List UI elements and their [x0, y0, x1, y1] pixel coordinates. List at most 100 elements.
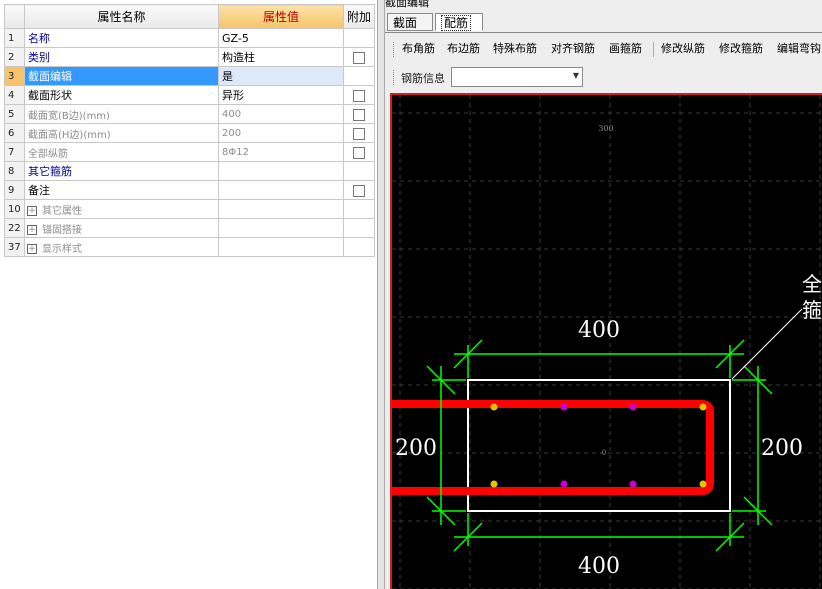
edge-rebar[interactable]	[560, 480, 568, 488]
property-name-cell[interactable]: 全部纵筋	[24, 142, 219, 162]
corner-rebar[interactable]	[490, 403, 498, 411]
property-row[interactable]: 8 其它箍筋	[4, 161, 376, 181]
property-row[interactable]: 6 截面高(H边)(mm) 200	[4, 123, 376, 143]
property-name-cell[interactable]: + 显示样式	[24, 237, 219, 257]
property-row[interactable]: 9 备注	[4, 180, 376, 200]
property-value-cell[interactable]: 200	[218, 123, 344, 143]
rebar-info-label: 钢筋信息	[401, 72, 445, 85]
corner-rebar[interactable]	[699, 403, 707, 411]
tab-strip-border	[385, 32, 822, 33]
property-name-cell[interactable]: 其它箍筋	[24, 161, 219, 181]
property-extra-header[interactable]: 附加	[342, 4, 376, 29]
edge-rebar[interactable]	[629, 480, 637, 488]
extra-checkbox[interactable]	[353, 184, 365, 197]
toolbar-grip[interactable]	[393, 42, 396, 57]
rebar-info-combo[interactable]: ▼	[451, 67, 583, 87]
edge-rebar[interactable]	[560, 403, 568, 411]
property-value-cell[interactable]: GZ-5	[218, 28, 344, 48]
property-name-label: 其它箍筋	[28, 165, 72, 178]
property-value-cell[interactable]: 异形	[218, 85, 344, 105]
dimension-left-label: 200	[395, 436, 437, 461]
row-number: 1	[4, 28, 25, 48]
edit-hook-button[interactable]: 编辑弯钩	[775, 36, 822, 62]
property-value-cell[interactable]: 构造柱	[218, 47, 344, 67]
tab-rebar[interactable]: 配筋	[435, 13, 483, 31]
extra-cell	[342, 237, 376, 257]
special-rebar-button[interactable]: 特殊布筋	[491, 36, 539, 62]
property-row[interactable]: 7 全部纵筋 8Φ12	[4, 142, 376, 162]
property-name-cell[interactable]: 截面形状	[24, 85, 219, 105]
extra-checkbox[interactable]	[353, 146, 365, 159]
property-row[interactable]: 10 + 其它属性	[4, 199, 376, 219]
property-row[interactable]: 3 截面编辑 是	[4, 66, 376, 86]
tab-section-label: 截面	[393, 16, 418, 30]
draw-stirrup-button[interactable]: 画箍筋	[607, 36, 644, 62]
extra-cell	[342, 123, 376, 143]
extra-cell	[342, 85, 376, 105]
tab-section[interactable]: 截面	[387, 13, 433, 31]
stirrup-line[interactable]	[392, 400, 714, 495]
extra-cell	[342, 28, 376, 48]
extra-cell	[342, 218, 376, 238]
property-name-cell[interactable]: 截面高(H边)(mm)	[24, 123, 219, 143]
drawing-canvas[interactable]: 300 0 400 400 200 200 全 箍	[390, 93, 822, 589]
expand-icon[interactable]: +	[27, 243, 37, 254]
property-value-cell[interactable]: 是	[218, 66, 344, 86]
property-row[interactable]: 4 截面形状 异形	[4, 85, 376, 105]
dimension-right-label: 200	[761, 436, 803, 461]
property-value-cell[interactable]	[218, 161, 344, 181]
property-name-cell[interactable]: 截面编辑	[24, 66, 219, 86]
dimension-lines	[426, 339, 773, 552]
property-value-header[interactable]: 属性值	[218, 4, 344, 29]
grid-label-top: 300	[598, 124, 613, 133]
property-name-cell[interactable]: 类别	[24, 47, 219, 67]
property-row[interactable]: 37 + 显示样式	[4, 237, 376, 257]
property-row[interactable]: 1 名称 GZ-5	[4, 28, 376, 48]
extra-checkbox[interactable]	[353, 89, 365, 102]
tab-rebar-label: 配筋	[441, 15, 472, 31]
property-name-cell[interactable]: 备注	[24, 180, 219, 200]
property-name-label: 截面高(H边)(mm)	[28, 129, 111, 141]
property-name-header[interactable]: 属性名称	[24, 4, 219, 29]
dimension-bottom-label: 400	[578, 554, 620, 579]
property-name-label: 截面编辑	[28, 70, 72, 83]
property-value-cell[interactable]: 8Φ12	[218, 142, 344, 162]
property-value-cell[interactable]: 400	[218, 104, 344, 124]
property-value-cell[interactable]	[218, 180, 344, 200]
extra-cell	[342, 142, 376, 162]
row-number: 2	[4, 47, 25, 67]
extra-cell	[342, 104, 376, 124]
extra-checkbox[interactable]	[353, 127, 365, 140]
property-value-cell[interactable]	[218, 199, 344, 219]
panel-splitter[interactable]	[377, 0, 385, 589]
property-name-cell[interactable]: 名称	[24, 28, 219, 48]
edge-rebar-button[interactable]: 布边筋	[445, 36, 482, 62]
chevron-down-icon[interactable]: ▼	[573, 71, 579, 80]
property-row[interactable]: 2 类别 构造柱	[4, 47, 376, 67]
extra-checkbox[interactable]	[353, 51, 365, 64]
property-name-cell[interactable]: + 锚固搭接	[24, 218, 219, 238]
align-rebar-button[interactable]: 对齐钢筋	[549, 36, 597, 62]
corner-rebar[interactable]	[490, 480, 498, 488]
rebar-toolbar: 布角筋 布边筋 特殊布筋 对齐钢筋 画箍筋 修改纵筋 修改箍筋 编辑弯钩	[385, 36, 822, 62]
property-row[interactable]: 22 + 锚固搭接	[4, 218, 376, 238]
row-number-header	[4, 4, 25, 29]
infobar-grip[interactable]	[393, 70, 396, 85]
rebar-info-bar: 钢筋信息 ▼	[385, 64, 822, 90]
property-panel: 属性名称 属性值 附加 1 名称 GZ-5 2 类别 构造柱 3 截面编辑是 4 截面形状 异形 5 截…	[0, 0, 377, 589]
extra-checkbox[interactable]	[353, 108, 365, 121]
row-number: 5	[4, 104, 25, 124]
edit-longitudinal-button[interactable]: 修改纵筋	[659, 36, 707, 62]
edge-rebar[interactable]	[629, 403, 637, 411]
corner-rebar-button[interactable]: 布角筋	[400, 36, 437, 62]
property-name-cell[interactable]: 截面宽(B边)(mm)	[24, 104, 219, 124]
edit-stirrup-button[interactable]: 修改箍筋	[717, 36, 765, 62]
property-name-cell[interactable]: + 其它属性	[24, 199, 219, 219]
callout-leader-line	[731, 308, 803, 380]
property-value-cell[interactable]	[218, 218, 344, 238]
property-value-cell[interactable]	[218, 237, 344, 257]
expand-icon[interactable]: +	[27, 205, 37, 216]
property-row[interactable]: 5 截面宽(B边)(mm) 400	[4, 104, 376, 124]
expand-icon[interactable]: +	[27, 224, 37, 235]
corner-rebar[interactable]	[699, 480, 707, 488]
